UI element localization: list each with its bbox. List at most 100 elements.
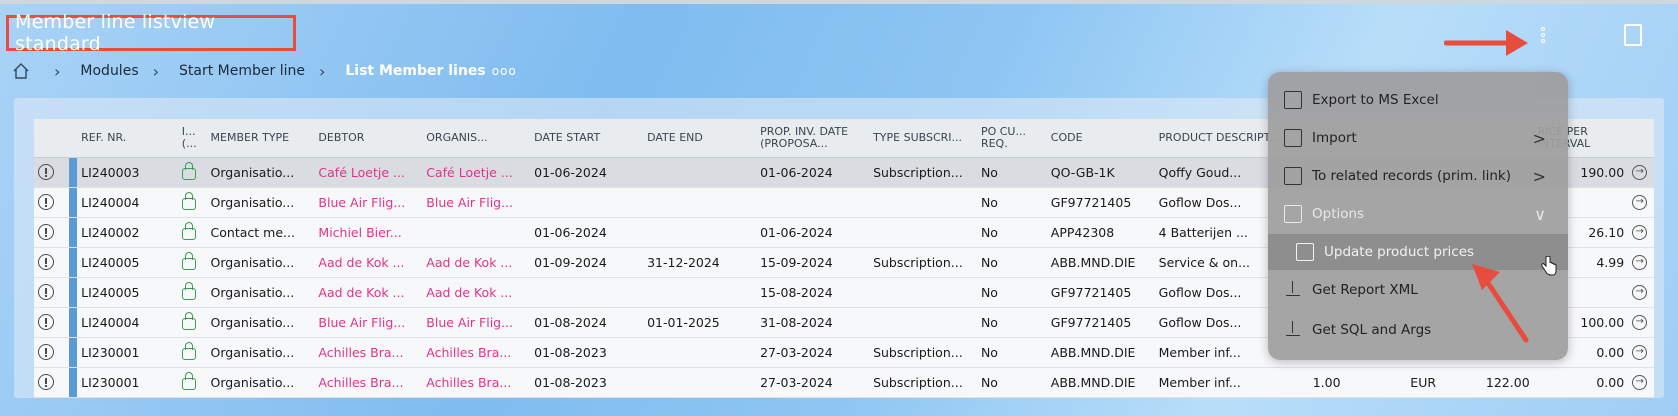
cell-date-end	[643, 187, 757, 218]
lock-icon	[181, 222, 196, 241]
menu-item-options[interactable]: Options ∨	[1268, 196, 1568, 232]
home-icon[interactable]	[12, 62, 30, 80]
status-cell[interactable]	[34, 247, 69, 278]
cell-debtor: Blue Air Flig...	[314, 307, 423, 338]
menu-item-label: Import	[1312, 130, 1357, 146]
cell-member-type: Contact me...	[206, 217, 315, 248]
cell-prop-inv-date	[756, 187, 870, 218]
annotation-arrow-icon	[1444, 30, 1528, 56]
arrow-right-circle-icon[interactable]: →	[1632, 375, 1648, 390]
open-cell[interactable]: →	[1628, 277, 1654, 308]
menu-item-related-records[interactable]: To related records (prim. link) >	[1268, 158, 1568, 194]
document-icon[interactable]	[1624, 24, 1642, 46]
cell-currency: EUR	[1406, 367, 1468, 398]
menu-item-label: Options	[1312, 206, 1365, 222]
arrow-right-circle-icon[interactable]: →	[1632, 255, 1648, 270]
cell-date-end: 01-01-2025	[643, 307, 757, 338]
cell-ref-nr: LI230001	[77, 337, 178, 368]
status-icon[interactable]	[38, 254, 54, 271]
cell-member-type: Organisatio...	[206, 337, 315, 368]
table-row[interactable]: LI230001 Organisatio... Achilles Bra... Ach…	[34, 367, 1654, 398]
column-header	[68, 119, 78, 158]
row-indicator	[68, 307, 78, 338]
lock-icon	[181, 342, 196, 361]
cell-ref-nr: LI230001	[77, 367, 178, 398]
arrow-right-circle-icon[interactable]: →	[1632, 165, 1648, 180]
cell-ref-nr: LI240005	[77, 277, 178, 308]
column-header-organisation[interactable]: ORGANIS...	[422, 119, 531, 158]
open-cell[interactable]: →	[1628, 307, 1654, 338]
status-cell[interactable]	[34, 337, 69, 368]
arrow-right-circle-icon[interactable]: →	[1632, 285, 1648, 300]
cell-organisation: Achilles Bra...	[422, 367, 531, 398]
status-cell[interactable]	[34, 217, 69, 248]
arrow-right-circle-icon[interactable]: →	[1632, 225, 1648, 240]
status-icon[interactable]	[38, 374, 54, 391]
breadcrumb-start-member-line[interactable]: Start Member line	[179, 63, 305, 79]
arrow-right-circle-icon[interactable]: →	[1632, 345, 1648, 360]
row-indicator	[68, 367, 78, 398]
breadcrumb-more-icon[interactable]: ooo	[492, 64, 517, 78]
cell-ref-nr: LI240004	[77, 307, 178, 338]
column-header-date-end[interactable]: DATE END	[643, 119, 757, 158]
chevron-right-icon: ›	[152, 61, 160, 81]
column-header-po-required[interactable]: PO CU... REQ.	[976, 119, 1047, 158]
lock-icon	[181, 372, 196, 391]
menu-item-export-excel[interactable]: Export to MS Excel	[1268, 82, 1568, 118]
menu-item-import[interactable]: Import >	[1268, 120, 1568, 156]
row-indicator	[68, 187, 78, 218]
status-cell[interactable]	[34, 277, 69, 308]
cell-date-end	[643, 337, 757, 368]
cell-organisation: Achilles Bra...	[422, 337, 531, 368]
open-cell[interactable]: →	[1628, 157, 1654, 188]
page-title-box: Member line listview standard	[6, 11, 296, 55]
status-cell[interactable]	[34, 307, 69, 338]
chevron-right-icon: >	[1532, 128, 1546, 148]
open-cell[interactable]: →	[1628, 217, 1654, 248]
import-icon	[1284, 129, 1302, 147]
status-cell[interactable]	[34, 157, 69, 188]
lock-cell	[177, 247, 207, 278]
column-header-member-type[interactable]: MEMBER TYPE	[206, 119, 315, 158]
cell-po-required: No	[976, 187, 1047, 218]
arrow-right-circle-icon[interactable]: →	[1632, 195, 1648, 210]
lock-icon	[181, 282, 196, 301]
column-header-debtor[interactable]: DEBTOR	[314, 119, 423, 158]
lock-cell	[177, 277, 207, 308]
status-icon[interactable]	[38, 224, 54, 241]
column-header-type-subscription[interactable]: TYPE SUBSCRI...	[869, 119, 977, 158]
cell-date-start: 01-09-2024	[530, 247, 644, 278]
status-icon[interactable]	[38, 344, 54, 361]
status-icon[interactable]	[38, 314, 54, 331]
open-cell[interactable]: →	[1628, 247, 1654, 278]
status-icon[interactable]	[38, 164, 54, 181]
column-header-date-start[interactable]: DATE START	[530, 119, 644, 158]
cell-date-end	[643, 367, 757, 398]
breadcrumb-modules[interactable]: Modules	[80, 63, 138, 79]
open-cell[interactable]: →	[1628, 337, 1654, 368]
open-cell[interactable]: →	[1628, 367, 1654, 398]
more-options-icon[interactable]	[1536, 26, 1550, 48]
cell-prop-inv-date: 27-03-2024	[756, 367, 870, 398]
cell-debtor: Aad de Kok ...	[314, 277, 423, 308]
menu-item-label: To related records (prim. link)	[1312, 168, 1512, 184]
cell-date-start: 01-08-2023	[530, 337, 644, 368]
status-cell[interactable]	[34, 187, 69, 218]
cell-type-subscription	[869, 217, 977, 248]
status-cell[interactable]	[34, 367, 69, 398]
column-header-prop-inv-date[interactable]: PROP. INV. DATE (PROPOSA...	[756, 119, 870, 158]
arrow-right-circle-icon[interactable]: →	[1632, 315, 1648, 330]
status-icon[interactable]	[38, 284, 54, 301]
column-header-ref[interactable]: REF. NR.	[77, 119, 178, 158]
open-cell[interactable]: →	[1628, 187, 1654, 218]
cell-code: ABB.MND.DIE	[1046, 367, 1155, 398]
lock-icon	[181, 312, 196, 331]
menu-item-label: Update product prices	[1324, 244, 1475, 260]
column-header-code[interactable]: CODE	[1046, 119, 1155, 158]
cell-code: GF97721405	[1046, 307, 1155, 338]
cell-type-subscription: Subscription...	[869, 247, 977, 278]
search-document-icon	[1284, 167, 1302, 185]
column-header-i[interactable]: I... (...	[177, 119, 207, 158]
cell-date-end	[643, 217, 757, 248]
status-icon[interactable]	[38, 194, 54, 211]
